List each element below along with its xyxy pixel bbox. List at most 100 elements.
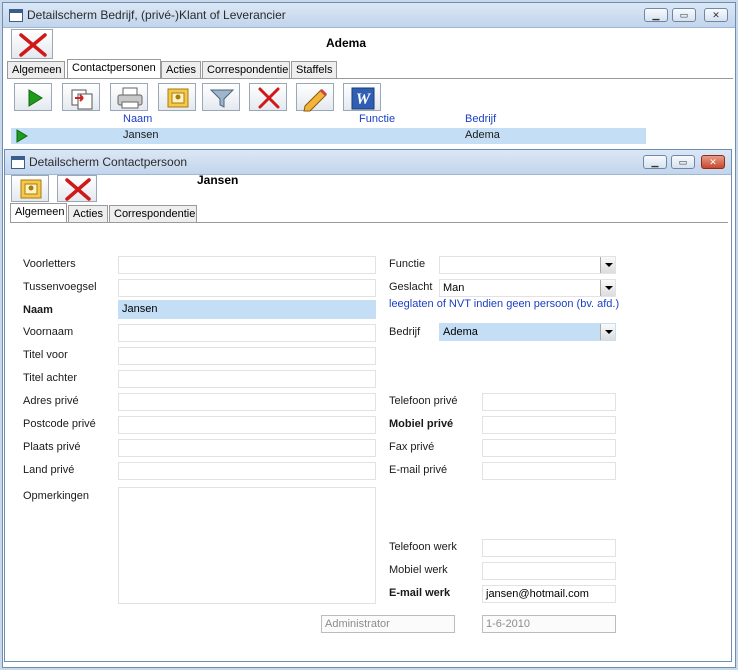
maximize-button[interactable]: ▭: [672, 8, 696, 22]
label-mobiel-prive: Mobiel privé: [389, 418, 454, 430]
new-card-button[interactable]: [158, 83, 196, 111]
label-land-prive: Land privé: [23, 464, 75, 476]
delete-icon: [258, 87, 280, 109]
opmerkingen-textarea[interactable]: [118, 487, 376, 604]
telefoon-werk-field[interactable]: [482, 539, 616, 557]
minimize-button[interactable]: ▁: [644, 8, 668, 22]
tab-correspondentie[interactable]: Correspondentie: [109, 205, 197, 222]
close-window-button[interactable]: ✕: [701, 155, 725, 169]
label-mobiel-werk: Mobiel werk: [389, 564, 448, 576]
mobiel-prive-field[interactable]: [482, 416, 616, 434]
word-export-button[interactable]: W: [343, 83, 381, 111]
tab-strip-line: [7, 78, 733, 79]
label-postcode-prive: Postcode privé: [23, 418, 96, 430]
hint-text: leeglaten of NVT indien geen persoon (bv…: [389, 298, 620, 310]
land-prive-field[interactable]: [118, 462, 376, 480]
tab-acties[interactable]: Acties: [161, 61, 201, 78]
word-icon: W: [351, 87, 375, 110]
row-bedrijf: Adema: [465, 129, 500, 141]
minimize-button[interactable]: ▁: [643, 155, 667, 169]
titel-voor-field[interactable]: [118, 347, 376, 365]
label-titel-voor: Titel voor: [23, 349, 68, 361]
voornaam-field[interactable]: [118, 324, 376, 342]
label-naam: Naam: [23, 304, 53, 316]
chevron-down-icon[interactable]: [600, 257, 615, 273]
maximize-button[interactable]: ▭: [671, 155, 695, 169]
mobiel-werk-field[interactable]: [482, 562, 616, 580]
label-functie: Functie: [389, 258, 426, 270]
email-werk-field[interactable]: jansen@hotmail.com: [482, 585, 616, 603]
form-window-icon: [11, 156, 25, 169]
close-window-button[interactable]: ✕: [704, 8, 728, 22]
bedrijf-value: Adema: [443, 326, 478, 338]
current-record-arrow-icon: [16, 129, 28, 143]
table-row[interactable]: Jansen Adema: [11, 128, 646, 144]
col-header-naam[interactable]: Naam: [123, 113, 152, 125]
naam-field[interactable]: Jansen: [118, 300, 376, 319]
telefoon-prive-field[interactable]: [482, 393, 616, 411]
copy-contact-button[interactable]: [62, 83, 100, 111]
filter-button[interactable]: [202, 83, 240, 111]
label-geslacht: Geslacht: [389, 281, 433, 293]
label-email-prive: E-mail privé: [389, 464, 448, 476]
chevron-down-icon[interactable]: [600, 280, 615, 296]
copy-icon: [71, 89, 93, 110]
svg-text:W: W: [356, 91, 372, 108]
voorletters-field[interactable]: [118, 256, 376, 274]
close-record-button[interactable]: [57, 175, 97, 202]
card-icon: [167, 88, 189, 108]
window-title: Detailscherm Bedrijf, (privé-)Klant of L…: [27, 8, 286, 22]
contact-window-titlebar[interactable]: Detailscherm Contactpersoon ▁ ▭ ✕: [5, 150, 731, 175]
functie-select[interactable]: [439, 256, 616, 274]
email-prive-field[interactable]: [482, 462, 616, 480]
label-voorletters: Voorletters: [23, 258, 76, 270]
label-titel-achter: Titel achter: [23, 372, 78, 384]
person-name-heading: Jansen: [197, 173, 239, 187]
company-name-heading: Adema: [326, 36, 367, 50]
print-button[interactable]: [110, 83, 148, 111]
label-plaats-prive: Plaats privé: [23, 441, 81, 453]
label-opmerkingen: Opmerkingen: [23, 490, 90, 502]
col-header-bedrijf[interactable]: Bedrijf: [465, 113, 496, 125]
close-x-icon: [19, 33, 47, 57]
tab-algemeen[interactable]: Algemeen: [7, 61, 65, 78]
tab-correspondentie[interactable]: Correspondentie: [202, 61, 290, 78]
label-voornaam: Voornaam: [23, 326, 74, 338]
titel-achter-field[interactable]: [118, 370, 376, 388]
adres-prive-field[interactable]: [118, 393, 376, 411]
postcode-prive-field[interactable]: [118, 416, 376, 434]
label-bedrijf: Bedrijf: [389, 326, 421, 338]
row-naam: Jansen: [123, 129, 159, 141]
company-window-titlebar[interactable]: Detailscherm Bedrijf, (privé-)Klant of L…: [3, 3, 735, 28]
col-header-functie[interactable]: Functie: [359, 113, 395, 125]
print-icon: [117, 87, 143, 109]
tab-contactpersonen[interactable]: Contactpersonen: [67, 59, 161, 78]
label-fax-prive: Fax privé: [389, 441, 435, 453]
form-window-icon: [9, 9, 23, 22]
chevron-down-icon[interactable]: [600, 324, 615, 340]
tab-acties[interactable]: Acties: [68, 205, 108, 222]
edit-button[interactable]: [296, 83, 334, 112]
play-icon: [28, 89, 43, 107]
label-telefoon-werk: Telefoon werk: [389, 541, 457, 553]
close-record-button[interactable]: [11, 29, 53, 59]
edit-icon: [303, 88, 328, 112]
save-card-button[interactable]: [11, 175, 49, 202]
delete-button[interactable]: [249, 83, 287, 111]
modified-date-field: 1-6-2010: [482, 615, 616, 633]
bedrijf-select[interactable]: Adema: [439, 323, 616, 341]
geslacht-value: Man: [443, 282, 465, 294]
tab-strip-line: [10, 222, 728, 223]
fax-prive-field[interactable]: [482, 439, 616, 457]
tussenvoegsel-field[interactable]: [118, 279, 376, 297]
modified-by-field: Administrator: [321, 615, 455, 633]
open-contact-button[interactable]: [14, 83, 52, 111]
geslacht-select[interactable]: Man: [439, 279, 616, 297]
window-title: Detailscherm Contactpersoon: [29, 155, 188, 169]
label-email-werk: E-mail werk: [389, 587, 451, 599]
label-telefoon-prive: Telefoon privé: [389, 395, 458, 407]
card-icon: [20, 179, 42, 199]
tab-algemeen[interactable]: Algemeen: [10, 203, 67, 222]
plaats-prive-field[interactable]: [118, 439, 376, 457]
tab-staffels[interactable]: Staffels: [291, 61, 337, 78]
